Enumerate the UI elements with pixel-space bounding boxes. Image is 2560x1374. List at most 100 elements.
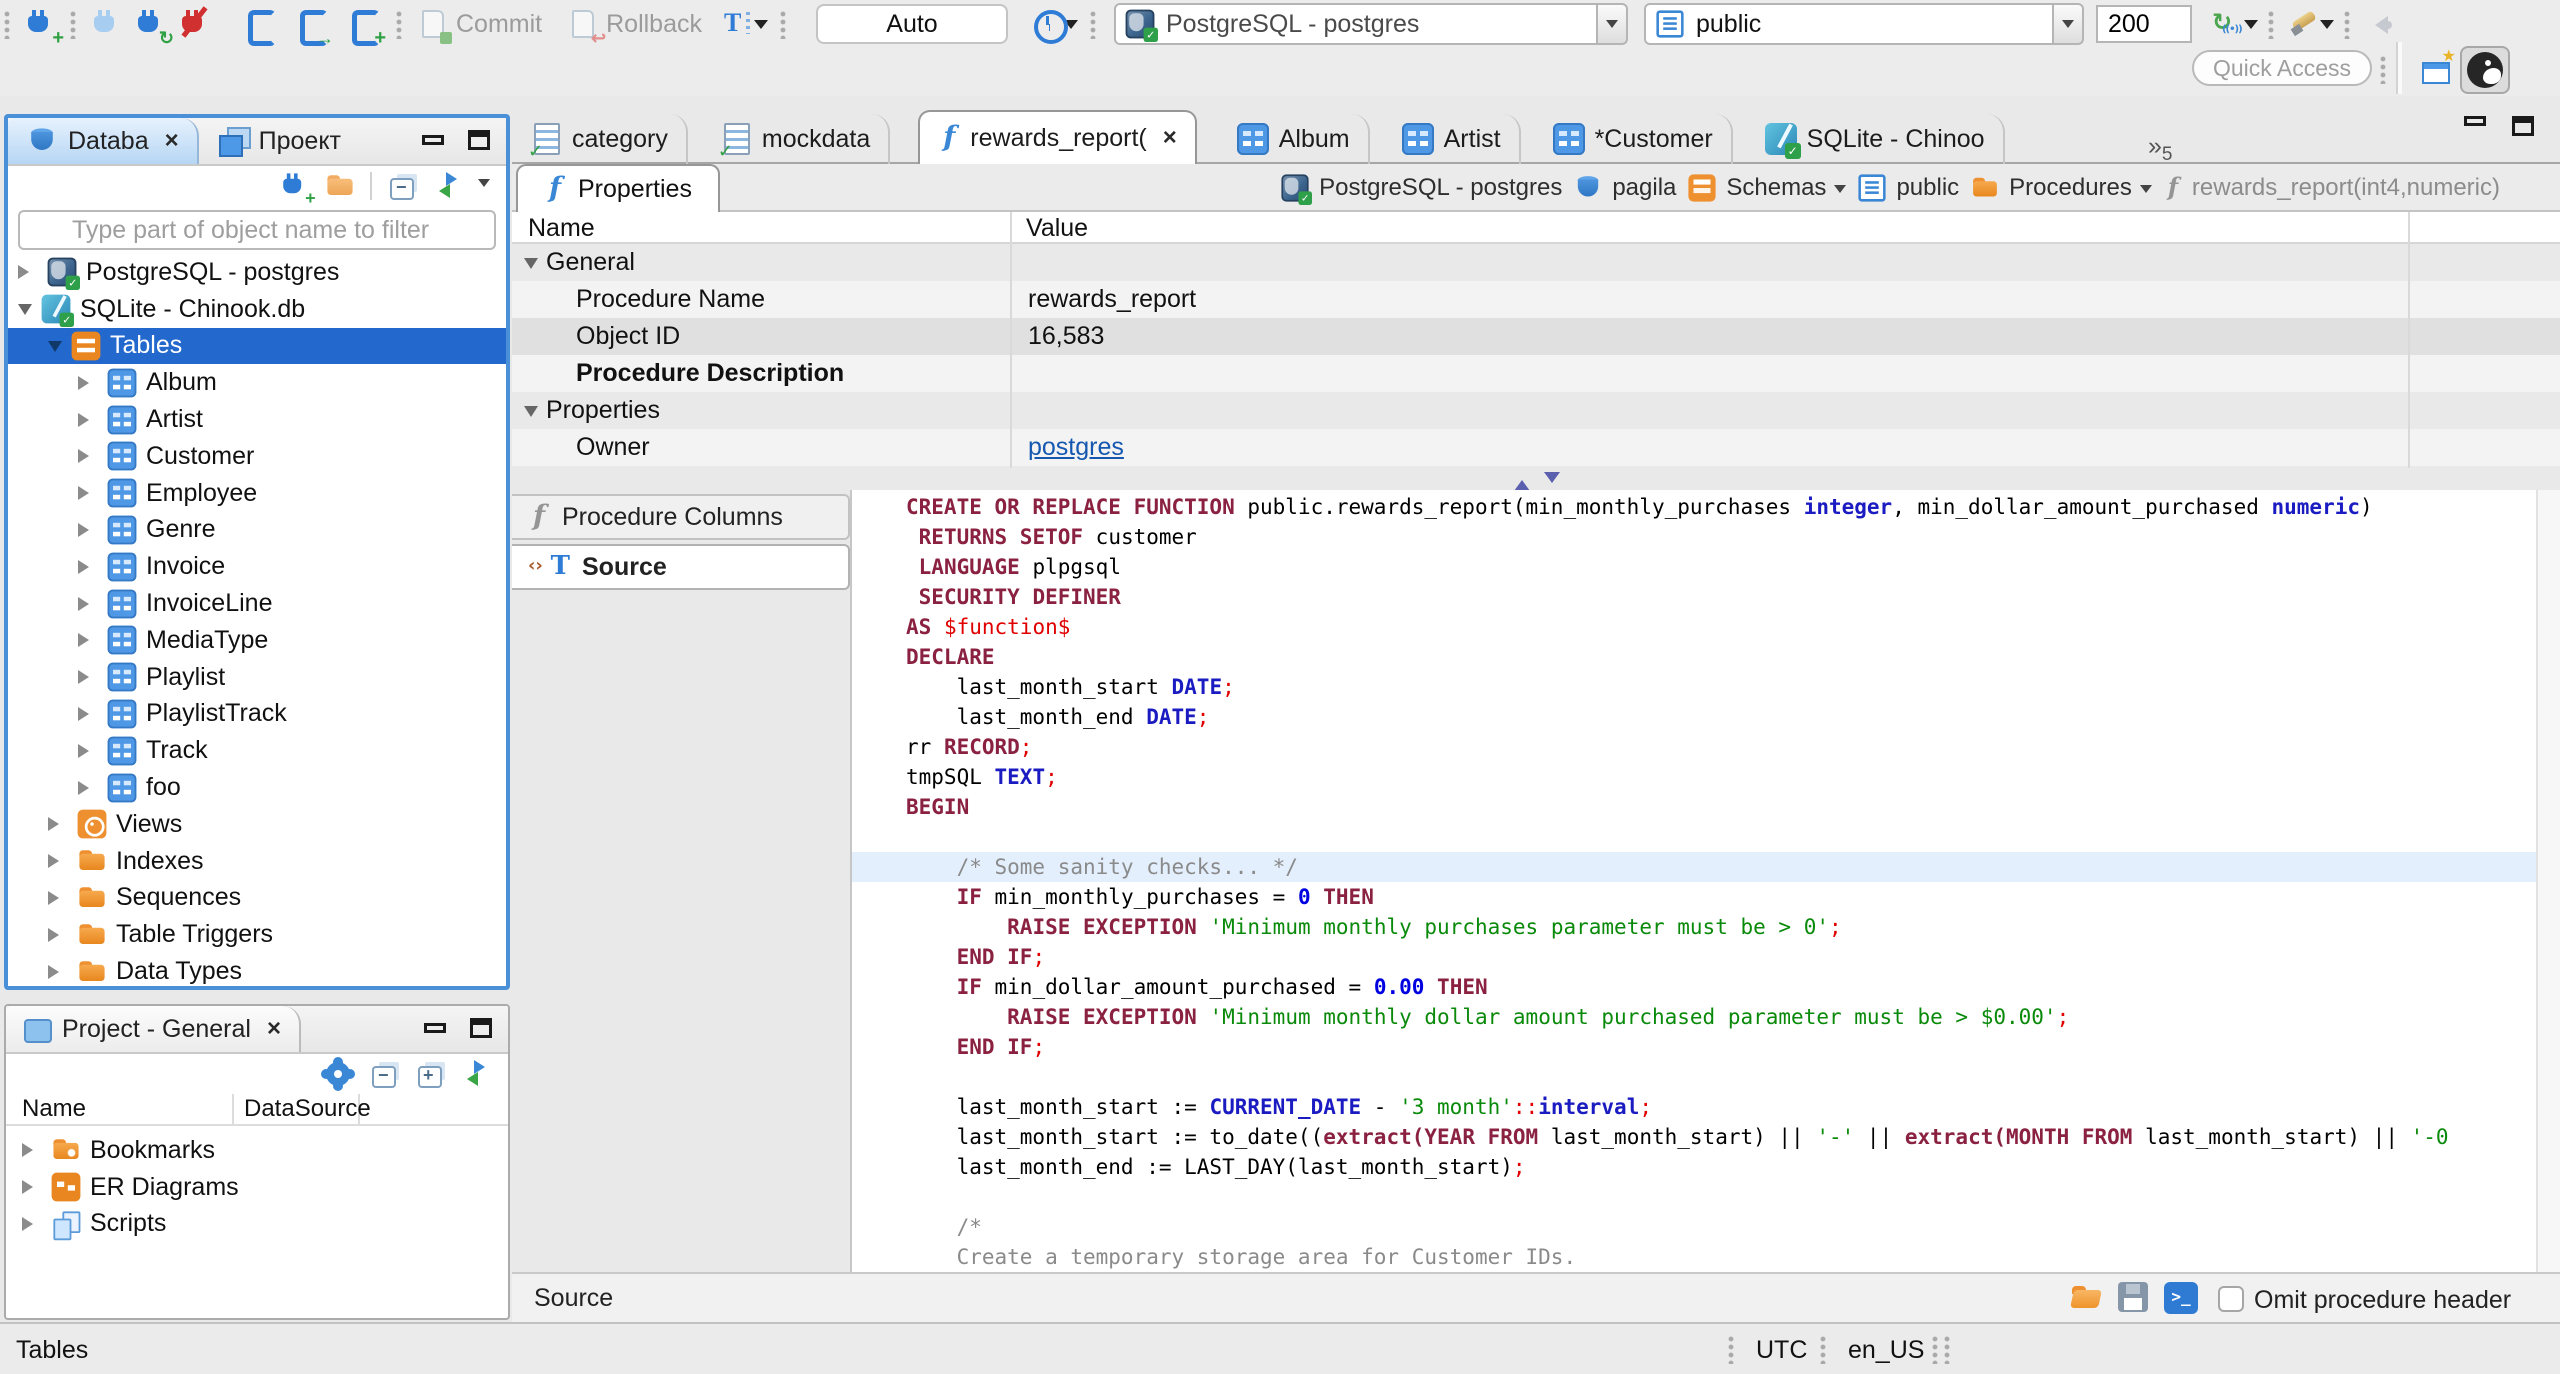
dbeaver-perspective-button[interactable] [2460,46,2510,94]
schema-combo[interactable]: public [1643,3,2054,45]
connection-combo-dropdown-button[interactable] [1597,3,1628,45]
status-timezone[interactable]: UTC [1756,1336,1807,1365]
open-perspective-icon[interactable] [2420,48,2456,86]
expand-arrow-icon[interactable] [22,1143,40,1158]
tab-project-general[interactable]: Project - General × [6,1006,301,1052]
open-file-icon[interactable] [2070,1282,2102,1314]
fetch-size-input[interactable] [2095,5,2192,43]
open-sql-script-button[interactable]: → [294,8,334,48]
tree-item-tables[interactable]: Tables [8,327,506,365]
collapse-arrow-icon[interactable] [18,304,32,322]
link-with-editor-icon[interactable] [460,1058,492,1090]
grid-column-divider[interactable] [1010,212,1012,468]
tree-item-track[interactable]: Track [8,732,506,769]
tab-database-navigator[interactable]: Databa × [8,118,199,164]
grid-row-general[interactable]: General [512,244,2560,281]
subtab-procedure-columns[interactable]: f Procedure Columns [512,494,850,540]
tab-properties[interactable]: f Properties [516,164,720,214]
tree-item-album[interactable]: Album [8,364,506,401]
expand-arrow-icon[interactable] [22,1180,40,1195]
quick-access-input[interactable] [2192,50,2372,86]
maximize-icon[interactable] [468,130,490,150]
column-name[interactable]: Name [6,1094,234,1124]
collapse-all-icon[interactable] [386,170,418,202]
expand-arrow-icon[interactable] [78,559,96,574]
collapse-arrow-icon[interactable] [48,340,62,359]
new-connection-icon[interactable]: + [280,172,316,208]
expand-arrow-icon[interactable] [48,817,66,832]
commit-mode-combo[interactable]: Auto [815,4,1008,44]
minimize-icon[interactable] [424,1023,446,1033]
expand-arrow-icon[interactable] [78,486,96,501]
tree-item-sqlite-chinook-db[interactable]: SQLite - Chinook.db [8,291,506,328]
expand-arrow-icon[interactable] [78,633,96,648]
grid-column-divider[interactable] [2408,212,2410,468]
omit-header-checkbox[interactable] [2218,1286,2244,1312]
dropdown-caret-icon[interactable] [1834,185,1847,199]
expand-arrow-icon[interactable] [18,265,36,280]
close-icon[interactable]: × [267,1017,281,1041]
expand-arrow-icon[interactable] [78,412,96,427]
connect-button[interactable] [90,8,122,40]
new-sql-editor-button[interactable]: + [346,8,386,48]
reconnect-button[interactable]: ↻ [134,8,174,48]
maximize-icon[interactable] [470,1018,492,1038]
tree-item-indexes[interactable]: Indexes [8,843,506,880]
tree-item-mediatype[interactable]: MediaType [8,622,506,659]
expand-arrow-icon[interactable] [22,1216,40,1231]
sql-editor-button[interactable] [242,8,276,46]
grid-column-value[interactable]: Value [1026,214,1088,243]
tree-item-postgresql-postgres[interactable]: PostgreSQL - postgres [8,254,506,291]
persist-terminal-icon[interactable]: >_ [2164,1282,2198,1314]
owner-link[interactable]: postgres [1028,433,1124,461]
back-history-button[interactable] [2364,8,2396,40]
editor-tab-customer[interactable]: *Customer [1535,114,1733,164]
breadcrumb-schemas[interactable]: Schemas [1686,172,1847,204]
breadcrumb-public[interactable]: public [1856,172,1959,204]
commit-button[interactable]: Commit [416,8,542,44]
source-editor[interactable]: CREATE OR REPLACE FUNCTION public.reward… [852,490,2560,1272]
editor-tab-sqlite-chinoo[interactable]: SQLite - Chinoo [1747,114,2005,164]
editor-tab-category[interactable]: category [512,114,688,164]
expand-arrow-icon[interactable] [78,706,96,721]
splitter-sash[interactable] [512,468,2560,491]
tree-item-genre[interactable]: Genre [8,512,506,549]
disconnect-button[interactable] [178,6,210,40]
transaction-mode-button[interactable]: T [722,8,768,40]
expand-all-icon[interactable] [414,1058,446,1090]
grid-row-procedure-name[interactable]: Procedure Name rewards_report [512,281,2560,318]
grid-row-object-id[interactable]: Object ID 16,583 [512,318,2560,355]
connection-combo[interactable]: PostgreSQL - postgres [1113,3,1598,45]
editor-tab-artist[interactable]: Artist [1384,114,1521,164]
editor-tab-album[interactable]: Album [1219,114,1370,164]
tree-item-sequences[interactable]: Sequences [8,880,506,917]
tree-item-foo[interactable]: foo [8,769,506,806]
grid-row-procedure-description[interactable]: Procedure Description [512,355,2560,392]
maximize-icon[interactable] [2512,116,2534,136]
new-connection-button[interactable]: + [24,8,64,48]
transaction-log-button[interactable] [1032,8,1078,44]
tree-item-playlist[interactable]: Playlist [8,659,506,696]
editor-tab-rewards-report[interactable]: f rewards_report(× [918,110,1197,166]
expand-arrow-icon[interactable] [78,743,96,758]
close-icon[interactable]: × [165,129,179,153]
schema-combo-dropdown-button[interactable] [2053,3,2084,45]
refresh-button[interactable] [2212,8,2258,40]
close-icon[interactable]: × [1163,126,1177,150]
tree-item-customer[interactable]: Customer [8,438,506,475]
tab-project[interactable]: Проект [199,118,359,164]
object-filter-input[interactable] [18,210,496,250]
grid-row-properties[interactable]: Properties [512,392,2560,429]
sash-down-arrow-icon[interactable] [1544,472,1560,491]
tree-item-playlisttrack[interactable]: PlaylistTrack [8,696,506,733]
project-item-scripts[interactable]: Scripts [6,1206,508,1243]
tree-item-invoice[interactable]: Invoice [8,548,506,585]
collapse-all-icon[interactable] [368,1058,400,1090]
expand-arrow-icon[interactable] [78,670,96,685]
editor-tab-mockdata[interactable]: mockdata [702,114,891,164]
new-folder-icon[interactable] [326,172,355,201]
group-collapse-icon[interactable] [524,257,538,276]
expand-arrow-icon[interactable] [48,854,66,869]
vertical-scrollbar[interactable] [2536,490,2560,1272]
grid-column-name[interactable]: Name [528,214,595,243]
